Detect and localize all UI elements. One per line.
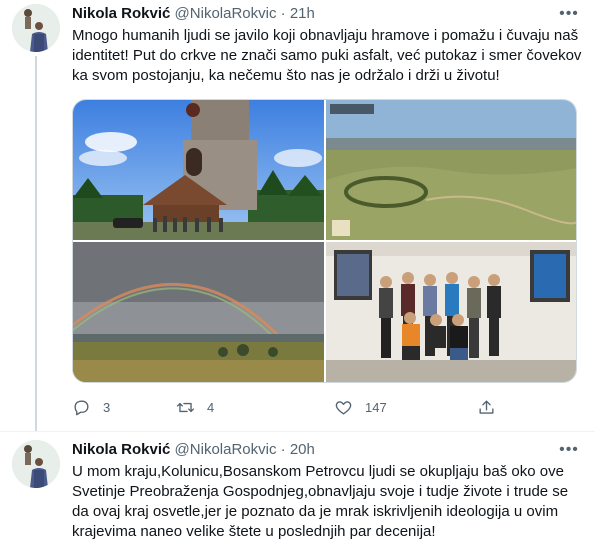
tweet[interactable]: Nikola Rokvić @NikolaRokvic · 20h ••• U … [0, 432, 595, 545]
reply-icon [74, 399, 89, 415]
share-icon [479, 399, 494, 414]
heart-icon [335, 400, 352, 415]
separator-dot: · [280, 441, 286, 458]
retweet-icon [176, 402, 195, 412]
tweet-actions: 3 4 147 [72, 396, 502, 418]
like-button[interactable]: 147 [334, 396, 387, 418]
timestamp[interactable]: 21h [290, 5, 315, 22]
timestamp[interactable]: 20h [290, 441, 315, 458]
reply-button[interactable]: 3 [72, 396, 110, 418]
avatar[interactable] [12, 4, 60, 52]
rainbow-photo[interactable] [73, 242, 324, 382]
like-count: 147 [365, 399, 387, 415]
reply-count: 3 [103, 399, 111, 415]
tweet-text: U mom kraju,Kolunicu,Bosanskom Petrovcu … [72, 463, 569, 540]
retweet-count: 4 [207, 399, 215, 415]
avatar[interactable] [12, 440, 60, 488]
more-options-icon[interactable]: ••• [557, 440, 581, 460]
avatar-image [12, 440, 60, 488]
separator-dot: · [280, 5, 286, 22]
display-name[interactable]: Nikola Rokvić [72, 5, 170, 22]
user-handle[interactable]: @NikolaRokvic [175, 5, 277, 22]
user-handle[interactable]: @NikolaRokvic [175, 441, 277, 458]
tweet[interactable]: Nikola Rokvić @NikolaRokvic · 21h ••• Mn… [0, 0, 595, 432]
thread-line [35, 56, 37, 432]
more-options-icon[interactable]: ••• [557, 4, 581, 24]
church-photo[interactable] [73, 100, 324, 240]
aerial-landscape-photo[interactable] [326, 100, 576, 240]
tweet-header: Nikola Rokvić @NikolaRokvic · 20h [72, 440, 315, 460]
media-grid [72, 99, 577, 383]
group-photo[interactable] [326, 242, 576, 382]
tweet-text: Mnogo humanih ljudi se javilo koji obnav… [72, 27, 582, 84]
display-name[interactable]: Nikola Rokvić [72, 441, 170, 458]
avatar-image [12, 4, 60, 52]
share-button[interactable] [477, 396, 496, 418]
tweet-header: Nikola Rokvić @NikolaRokvic · 21h [72, 4, 315, 24]
retweet-button[interactable]: 4 [176, 396, 214, 418]
